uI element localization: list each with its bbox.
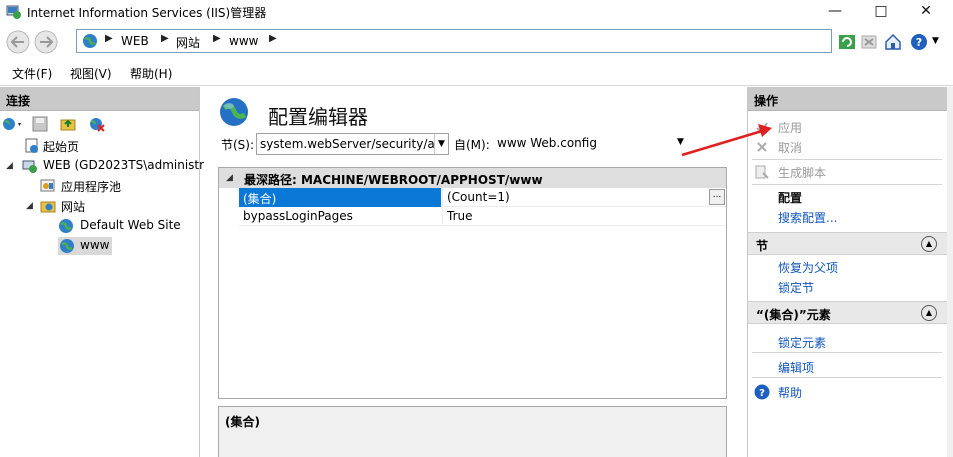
connect-icon[interactable] bbox=[2, 116, 24, 132]
collapse-up-icon[interactable]: ▲ bbox=[921, 305, 937, 321]
breadcrumb-www[interactable]: www bbox=[229, 34, 258, 48]
action-search-config[interactable]: 搜索配置... bbox=[778, 209, 837, 226]
collapse-chevron-icon[interactable]: ◢ bbox=[226, 173, 233, 183]
action-lock-element[interactable]: 锁定元素 bbox=[778, 334, 826, 351]
site-globe-icon bbox=[60, 239, 74, 253]
tree-item-sites[interactable]: ◢ 网站 bbox=[24, 197, 194, 215]
window-title: Internet Information Services (IIS)管理器 bbox=[27, 6, 267, 20]
section-select[interactable]: system.webServer/security/au ▼ bbox=[256, 133, 449, 155]
menu-file[interactable]: 文件(F) bbox=[12, 65, 52, 82]
cancel-icon bbox=[757, 142, 767, 152]
tree-item-www[interactable]: www bbox=[58, 237, 112, 255]
minimize-button[interactable]: — bbox=[812, 0, 858, 24]
tree-item-start-page[interactable]: 起始页 bbox=[10, 137, 190, 155]
section-group-header[interactable]: 节 ▲ bbox=[748, 232, 947, 255]
address-bar[interactable]: ▶ WEB ▶ 网站 ▶ www ▶ bbox=[76, 29, 832, 53]
config-label: 配置 bbox=[778, 191, 803, 205]
description-title: (集合) bbox=[225, 415, 260, 429]
menu-help[interactable]: 帮助(H) bbox=[130, 65, 172, 82]
maximize-button[interactable]: □ bbox=[858, 0, 904, 24]
actions-header: 操作 bbox=[748, 87, 947, 111]
title-bar: Internet Information Services (IIS)管理器 —… bbox=[0, 0, 953, 24]
breadcrumb-separator-icon: ▶ bbox=[213, 33, 221, 44]
server-icon bbox=[22, 160, 37, 173]
collapse-chevron-icon[interactable]: ◢ bbox=[26, 201, 33, 211]
address-row: ▶ WEB ▶ 网站 ▶ www ▶ ? ▼ bbox=[0, 26, 953, 58]
breadcrumb-separator-icon: ▶ bbox=[161, 33, 169, 44]
home-icon[interactable] bbox=[884, 33, 902, 51]
menu-view[interactable]: 视图(V) bbox=[70, 65, 112, 82]
section-dropdown-icon[interactable]: ▼ bbox=[434, 134, 448, 154]
back-arrow-icon bbox=[6, 30, 30, 54]
connections-header: 连接 bbox=[0, 87, 199, 111]
table-row[interactable]: (集合) (Count=1) ... bbox=[239, 188, 726, 207]
delete-connection-icon[interactable] bbox=[88, 116, 106, 132]
action-lock-section[interactable]: 锁定节 bbox=[778, 279, 814, 296]
right-edge-strip bbox=[947, 87, 953, 457]
close-button[interactable]: ✕ bbox=[903, 0, 949, 24]
action-help[interactable]: 帮助 bbox=[778, 384, 802, 401]
section-value: system.webServer/security/au bbox=[260, 137, 434, 151]
property-name: (集合) bbox=[239, 188, 441, 207]
breadcrumb-sites[interactable]: 网站 bbox=[176, 34, 200, 51]
action-generate-script[interactable]: 生成脚本 bbox=[778, 164, 826, 181]
actions-pane: 操作 应用 取消 生成脚本 配置 搜索配置... 节 ▲ 恢复为父项 锁定节 “… bbox=[747, 87, 947, 457]
save-icon[interactable] bbox=[32, 116, 48, 132]
stop-icon[interactable] bbox=[860, 33, 878, 51]
collapse-chevron-icon[interactable]: ◢ bbox=[6, 161, 13, 171]
config-editor-globe-icon bbox=[220, 98, 248, 126]
divider bbox=[752, 184, 942, 185]
property-grid-header: ◢ 最深路径: MACHINE/WEBROOT/APPHOST/www bbox=[219, 168, 726, 188]
tree-item-app-pools[interactable]: 应用程序池 bbox=[24, 177, 194, 195]
site-globe-icon bbox=[59, 219, 73, 233]
apply-icon bbox=[756, 122, 768, 134]
divider bbox=[752, 377, 942, 378]
iis-manager-icon bbox=[6, 5, 21, 19]
collection-group-header[interactable]: “(集合)”元素 ▲ bbox=[748, 301, 947, 324]
action-cancel[interactable]: 取消 bbox=[778, 139, 802, 156]
help-icon[interactable]: ? bbox=[910, 33, 928, 51]
action-edit-items[interactable]: 编辑项 bbox=[778, 359, 814, 376]
description-panel: (集合) bbox=[218, 406, 727, 457]
connections-toolbar bbox=[0, 112, 200, 136]
property-value: True bbox=[442, 207, 710, 226]
action-revert-to-parent[interactable]: 恢复为父项 bbox=[778, 259, 838, 276]
section-label: 节(S): bbox=[221, 138, 255, 152]
property-name: bypassLoginPages bbox=[243, 209, 353, 223]
divider bbox=[752, 159, 942, 160]
up-folder-icon[interactable] bbox=[60, 116, 76, 132]
help-icon: ? bbox=[754, 384, 770, 400]
svg-text:?: ? bbox=[916, 36, 922, 49]
action-apply[interactable]: 应用 bbox=[778, 119, 802, 136]
back-button[interactable] bbox=[4, 30, 32, 54]
menu-bar: 文件(F) 视图(V) 帮助(H) bbox=[0, 58, 953, 86]
start-page-icon bbox=[25, 138, 38, 153]
forward-button[interactable] bbox=[32, 30, 60, 54]
collapse-up-icon[interactable]: ▲ bbox=[921, 236, 937, 252]
config-editor-pane: 配置编辑器 节(S): system.webServer/security/au… bbox=[205, 87, 742, 457]
breadcrumb-separator-icon: ▶ bbox=[105, 33, 113, 44]
app-pool-icon bbox=[40, 179, 55, 192]
globe-icon bbox=[83, 34, 97, 48]
tree-item-default-web-site[interactable]: Default Web Site bbox=[58, 217, 198, 235]
property-value: (Count=1) bbox=[442, 188, 710, 207]
from-label: 自(M): bbox=[454, 138, 490, 152]
property-grid: ◢ 最深路径: MACHINE/WEBROOT/APPHOST/www (集合)… bbox=[218, 167, 727, 399]
page-title: 配置编辑器 bbox=[268, 105, 368, 129]
from-select[interactable]: www Web.config bbox=[497, 136, 597, 150]
refresh-icon[interactable] bbox=[838, 33, 856, 51]
table-row[interactable]: bypassLoginPages True bbox=[239, 207, 726, 226]
tree-item-server[interactable]: ◢ WEB (GD2023TS\administr bbox=[4, 157, 204, 175]
from-dropdown-icon[interactable]: ▼ bbox=[677, 137, 684, 147]
breadcrumb-separator-icon: ▶ bbox=[269, 33, 277, 44]
help-dropdown-icon[interactable]: ▼ bbox=[932, 36, 939, 46]
forward-arrow-icon bbox=[34, 30, 58, 54]
svg-text:?: ? bbox=[759, 388, 765, 399]
sites-folder-icon bbox=[40, 201, 56, 213]
connections-pane: 连接 起始页 ◢ WEB (GD2023TS\administr 应用程序池 ◢… bbox=[0, 87, 204, 457]
generate-script-icon bbox=[755, 165, 769, 179]
breadcrumb-web[interactable]: WEB bbox=[121, 34, 149, 48]
divider bbox=[752, 352, 942, 353]
ellipsis-button[interactable]: ... bbox=[709, 189, 725, 205]
